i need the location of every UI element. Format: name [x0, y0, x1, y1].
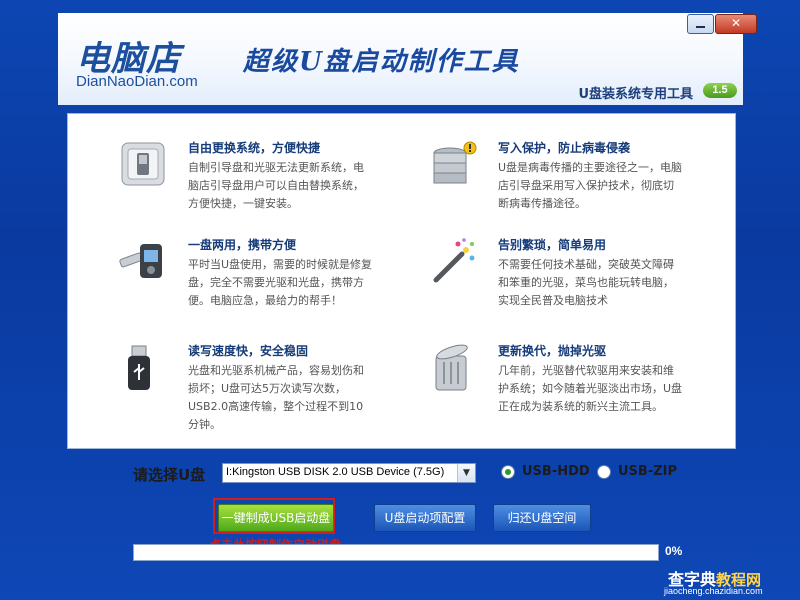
feature-item: 告别繁琐，简单易用 不需要任何技术基础，突破英文障碍和笨重的光驱，菜鸟也能玩转电… [428, 236, 728, 340]
watermark-url: jiaocheng.chazidian.com [664, 586, 763, 596]
radio-usb-zip[interactable]: USB-ZIP [597, 464, 677, 479]
feature-item: 写入保护，防止病毒侵袭 U盘是病毒传播的主要途径之一，电脑店引导盘采用写入保护技… [428, 139, 728, 243]
feature-title: 自由更换系统，方便快捷 [188, 141, 321, 155]
feature-title: 告别繁琐，简单易用 [498, 238, 607, 252]
app-window: 电脑店 DianNaoDian.com 超级U盘启动制作工具 U盘装系统专用工具… [0, 0, 800, 600]
feature-item: 一盘两用，携带方便 平时当U盘使用，需要的时候就是修复盘，完全不需要光驱和光盘，… [118, 236, 418, 340]
trash-can-icon [428, 342, 488, 402]
feature-description: 平时当U盘使用，需要的时候就是修复盘，完全不需要光驱和光盘，携带方便。电脑应急，… [188, 258, 373, 307]
feature-panel: 自由更换系统，方便快捷 自制引导盘和光驱无法更新系统，电脑店引导盘用户可以自由替… [67, 113, 736, 449]
close-icon: ✕ [730, 16, 742, 30]
feature-description: U盘是病毒传播的主要途径之一，电脑店引导盘采用写入保护技术，彻底切断病毒传播途径… [498, 161, 683, 210]
close-button[interactable]: ✕ [715, 14, 757, 34]
usb-stick-icon [118, 342, 178, 402]
restore-space-button[interactable]: 归还U盘空间 [493, 504, 591, 532]
drive-dropdown-value: I:Kingston USB DISK 2.0 USB Device (7.5G… [226, 466, 445, 478]
radio-label: USB-HDD [522, 464, 590, 479]
feature-title: 一盘两用，携带方便 [188, 238, 297, 252]
feature-title: 读写速度快，安全稳固 [188, 344, 309, 358]
radio-label: USB-ZIP [618, 464, 678, 479]
progress-bar [133, 544, 659, 561]
feature-item: 更新换代，抛掉光驱 几年前，光驱替代软驱用来安装和维护系统；如今随着光驱淡出市场… [428, 342, 728, 446]
feature-description: 不需要任何技术基础，突破英文障碍和笨重的光驱，菜鸟也能玩转电脑，实现全民普及电脑… [498, 258, 674, 307]
database-warning-icon [428, 139, 488, 199]
make-usb-boot-button[interactable]: 一键制成USB启动盘 [218, 504, 334, 532]
drive-select-label: 请选择U盘 [133, 466, 206, 484]
drive-dropdown[interactable]: I:Kingston USB DISK 2.0 USB Device (7.5G… [222, 463, 476, 483]
logo-url: DianNaoDian.com [76, 73, 198, 90]
header-banner: 电脑店 DianNaoDian.com 超级U盘启动制作工具 U盘装系统专用工具… [58, 13, 743, 105]
usb-device-icon [118, 236, 178, 296]
radio-selected-icon [501, 464, 515, 479]
radio-usb-hdd[interactable]: USB-HDD [501, 464, 590, 479]
minimize-icon [696, 26, 705, 28]
magic-wand-icon [428, 236, 488, 296]
progress-percent: 0% [665, 544, 683, 558]
feature-item: 读写速度快，安全稳固 光盘和光驱系机械产品，容易划伤和损坏；U盘可达5万次读写次… [118, 342, 418, 446]
feature-title: 写入保护，防止病毒侵袭 [498, 141, 631, 155]
tool-title: U盘装系统专用工具 [578, 87, 693, 102]
version-badge: 1.5 [703, 83, 737, 98]
feature-description: 自制引导盘和光驱无法更新系统，电脑店引导盘用户可以自由替换系统，方便快捷，一键安… [188, 161, 364, 210]
feature-title: 更新换代，抛掉光驱 [498, 344, 607, 358]
chevron-down-icon[interactable]: ▼ [457, 464, 475, 482]
usb-select-panel: 请选择U盘 I:Kingston USB DISK 2.0 USB Device… [67, 450, 734, 561]
feature-description: 几年前，光驱替代软驱用来安装和维护系统；如今随着光驱淡出市场，U盘正在成为装系统… [498, 364, 683, 413]
minimize-button[interactable] [687, 14, 714, 34]
window-controls: ✕ [686, 14, 757, 34]
app-subtitle: 超级U盘启动制作工具 [243, 47, 520, 77]
radio-unselected-icon [597, 464, 611, 479]
feature-item: 自由更换系统，方便快捷 自制引导盘和光驱无法更新系统，电脑店引导盘用户可以自由替… [118, 139, 418, 243]
boot-config-button[interactable]: U盘启动项配置 [374, 504, 476, 532]
switch-icon [118, 139, 178, 199]
feature-description: 光盘和光驱系机械产品，容易划伤和损坏；U盘可达5万次读写次数，USB2.0高速传… [188, 364, 364, 431]
